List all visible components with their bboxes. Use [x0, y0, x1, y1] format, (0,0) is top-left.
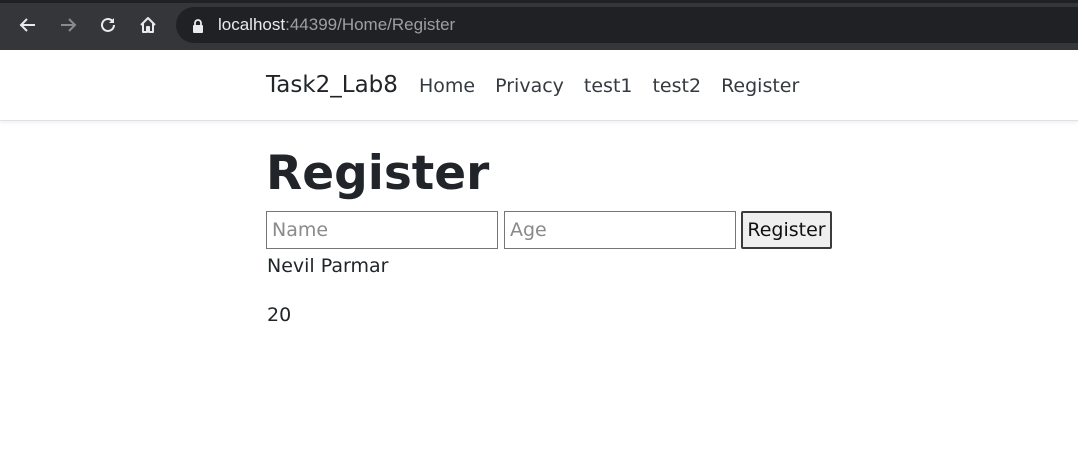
nav-links: Home Privacy test1 test2 Register [419, 75, 819, 97]
address-bar[interactable]: localhost:44399/Home/Register [176, 7, 1078, 43]
lock-icon[interactable] [192, 18, 204, 37]
name-input[interactable] [266, 211, 498, 249]
age-input[interactable] [504, 211, 736, 249]
site-navbar: Task2_Lab8 Home Privacy test1 test2 Regi… [0, 50, 1078, 121]
browser-toolbar: localhost:44399/Home/Register [0, 0, 1078, 50]
output-age: 20 [267, 304, 292, 326]
nav-link-privacy[interactable]: Privacy [495, 75, 564, 97]
reload-icon[interactable] [97, 14, 119, 36]
page-title: Register [266, 146, 490, 201]
nav-link-test2[interactable]: test2 [652, 75, 701, 97]
url-text: localhost:44399/Home/Register [218, 15, 456, 34]
register-button[interactable]: Register [741, 211, 832, 249]
home-icon[interactable] [137, 14, 159, 36]
nav-link-test1[interactable]: test1 [584, 75, 633, 97]
nav-link-register[interactable]: Register [721, 75, 799, 97]
tab-strip-edge [0, 0, 1078, 3]
back-icon[interactable] [17, 14, 39, 36]
forward-icon[interactable] [57, 14, 79, 36]
output-name: Nevil Parmar [267, 255, 389, 277]
navbar-brand[interactable]: Task2_Lab8 [266, 72, 398, 98]
nav-link-home[interactable]: Home [419, 75, 475, 97]
